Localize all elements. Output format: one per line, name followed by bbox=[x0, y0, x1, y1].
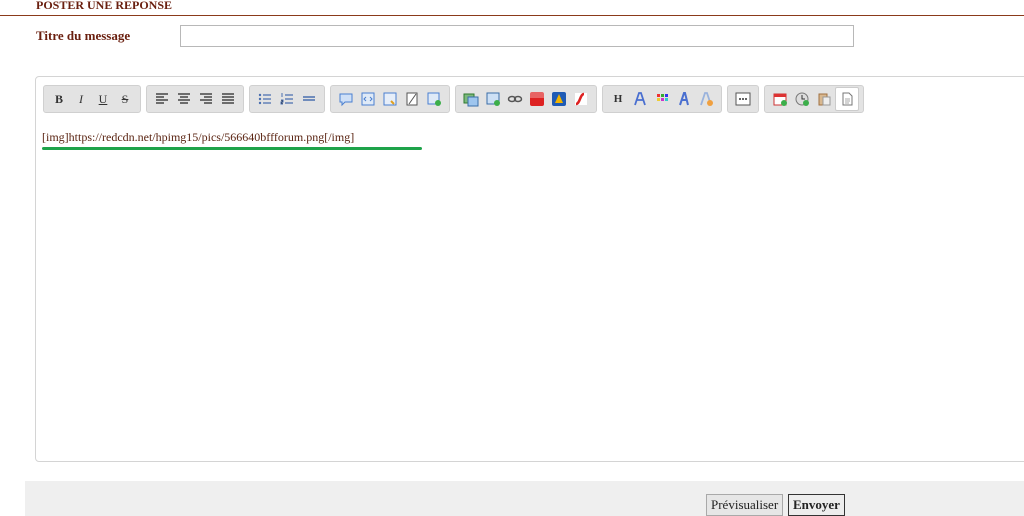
align-center-icon bbox=[178, 93, 190, 104]
code-button[interactable] bbox=[357, 88, 379, 110]
document-button[interactable] bbox=[835, 87, 859, 111]
quote-button[interactable] bbox=[335, 88, 357, 110]
remove-format-icon bbox=[700, 92, 713, 106]
paste-icon bbox=[818, 93, 831, 106]
image-button[interactable] bbox=[482, 88, 504, 110]
font-button[interactable] bbox=[629, 88, 651, 110]
editor-content[interactable]: [img]https://redcdn.net/hpimg15/pics/566… bbox=[42, 130, 354, 145]
code-icon bbox=[361, 92, 375, 106]
flash-button[interactable] bbox=[570, 88, 592, 110]
align-right-button[interactable] bbox=[195, 88, 217, 110]
hr-button[interactable] bbox=[298, 88, 320, 110]
youtube-button[interactable] bbox=[526, 88, 548, 110]
bold-icon: B bbox=[54, 91, 63, 106]
underline-button[interactable]: U bbox=[92, 88, 114, 110]
spoiler-button[interactable] bbox=[379, 88, 401, 110]
heading-button[interactable]: H bbox=[607, 88, 629, 110]
remove-format-button[interactable] bbox=[695, 88, 717, 110]
date-button[interactable] bbox=[769, 88, 791, 110]
image-host-button[interactable] bbox=[460, 88, 482, 110]
quote-icon bbox=[339, 93, 353, 107]
send-button[interactable]: Envoyer bbox=[788, 494, 845, 516]
dailymotion-button[interactable] bbox=[548, 88, 570, 110]
toolbar-group-more bbox=[727, 85, 759, 113]
toolbar-group-align bbox=[146, 85, 244, 113]
paste-button[interactable] bbox=[813, 88, 835, 110]
horizontal-rule-icon bbox=[303, 96, 315, 101]
section-title: POSTER UNE REPONSE bbox=[36, 0, 173, 12]
preview-button[interactable]: Prévisualiser bbox=[706, 494, 784, 516]
image-icon bbox=[486, 92, 500, 106]
italic-button[interactable]: I bbox=[70, 88, 92, 110]
form-footer bbox=[25, 481, 1024, 516]
text-style-button[interactable] bbox=[673, 88, 695, 110]
align-center-button[interactable] bbox=[173, 88, 195, 110]
hide-icon bbox=[406, 92, 418, 106]
underline-icon: U bbox=[98, 91, 108, 106]
bullet-list-icon bbox=[258, 93, 271, 105]
more-button[interactable] bbox=[732, 88, 754, 110]
link-button[interactable] bbox=[504, 88, 526, 110]
strikethrough-icon: S bbox=[121, 91, 129, 106]
align-left-icon bbox=[156, 93, 168, 104]
dailymotion-icon bbox=[552, 92, 566, 106]
justify-button[interactable] bbox=[217, 88, 239, 110]
color-button[interactable] bbox=[651, 88, 673, 110]
color-icon bbox=[657, 94, 668, 101]
italic-icon: I bbox=[79, 91, 83, 106]
toolbar-group-misc bbox=[764, 85, 864, 113]
numbered-list-icon bbox=[280, 93, 293, 105]
table-button[interactable] bbox=[423, 88, 445, 110]
toolbar-group-lists bbox=[249, 85, 325, 113]
text-style-icon bbox=[679, 92, 689, 106]
strike-button[interactable]: S bbox=[114, 88, 136, 110]
more-icon bbox=[735, 92, 751, 106]
youtube-icon bbox=[530, 92, 544, 106]
heading-icon: H bbox=[613, 93, 623, 105]
table-icon bbox=[427, 92, 441, 106]
link-icon bbox=[507, 95, 523, 103]
toolbar-group-font: H bbox=[602, 85, 722, 113]
image-host-icon bbox=[463, 93, 479, 107]
bullet-list-button[interactable] bbox=[254, 88, 276, 110]
toolbar-group-media bbox=[455, 85, 597, 113]
numbered-list-button[interactable] bbox=[276, 88, 298, 110]
clock-icon bbox=[795, 92, 809, 106]
toolbar-group-format: B I U S bbox=[43, 85, 141, 113]
editor-toolbar: B I U S H bbox=[43, 85, 869, 113]
date-icon bbox=[773, 93, 787, 106]
align-left-button[interactable] bbox=[151, 88, 173, 110]
section-header: POSTER UNE REPONSE bbox=[0, 0, 1024, 16]
spoiler-icon bbox=[383, 92, 397, 106]
hide-button[interactable] bbox=[401, 88, 423, 110]
message-editor[interactable]: B I U S H [img]https://redcdn.net/hpimg1… bbox=[35, 76, 1024, 462]
justify-icon bbox=[222, 93, 234, 104]
bold-button[interactable]: B bbox=[48, 88, 70, 110]
flash-icon bbox=[575, 92, 587, 106]
clock-button[interactable] bbox=[791, 88, 813, 110]
align-right-icon bbox=[200, 93, 212, 104]
title-label: Titre du message bbox=[36, 28, 131, 43]
document-icon bbox=[842, 92, 853, 106]
font-icon bbox=[634, 92, 646, 106]
toolbar-group-blocks bbox=[330, 85, 450, 113]
title-input[interactable] bbox=[180, 25, 854, 47]
content-underline-mark bbox=[42, 147, 422, 150]
